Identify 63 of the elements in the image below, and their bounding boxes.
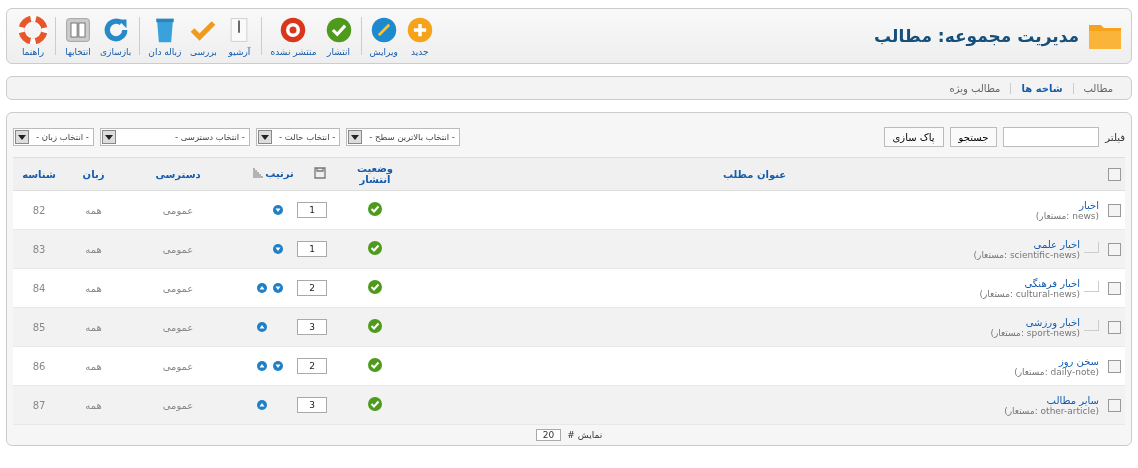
order-field[interactable]: 2 [297,280,327,296]
category-alias: (مستعار: scientific-news) [973,249,1080,260]
order-field[interactable]: 3 [297,397,327,413]
toolbar-button[interactable]: ویرایش [365,15,402,57]
item-id: 84 [32,282,46,294]
category-alias: (مستعار: daily-note) [1014,366,1099,377]
item-id: 85 [32,321,46,333]
column-header[interactable]: ترتیب [265,167,294,179]
clear-button[interactable]: پاک سازی [883,127,944,147]
item-id: 82 [32,204,46,216]
toolbar-button[interactable]: آرشیو [221,15,258,57]
filter-dropdown[interactable]: - انتخاب زبان - [13,128,94,146]
language: همه [85,399,102,411]
language: همه [85,204,102,216]
language: همه [85,282,102,294]
language: همه [85,243,102,255]
order-field[interactable]: 3 [297,319,327,335]
toolbar-button[interactable]: زباله دان [144,15,186,57]
column-header[interactable]: عنوان مطلب [722,168,787,180]
category-title-link[interactable]: اخبار فرهنگی [979,277,1080,289]
access-level: عمومی [162,360,194,372]
submenu-tab[interactable]: مطالب [1072,82,1123,94]
filter-dropdown[interactable]: - انتخاب دسترسی - [99,128,250,146]
category-title-link[interactable]: اخبار علمی [973,238,1080,250]
access-level: عمومی [162,282,194,294]
toolbar-button[interactable]: بررسی [185,15,222,57]
toolbar-button[interactable]: بازسازی [96,15,136,57]
category-title-link[interactable]: سخن روز [1014,355,1099,367]
display-count-dropdown[interactable]: 20 [535,429,562,441]
category-title-link[interactable]: سایر مطالب [1004,394,1099,406]
order-field[interactable]: 1 [297,241,327,257]
language: همه [85,360,102,372]
column-header[interactable]: دسترسی [155,168,201,180]
category-title-link[interactable]: اخبار [1035,199,1099,211]
toolbar-button[interactable]: انتشار [320,15,357,57]
item-id: 86 [32,360,46,372]
toolbar-button[interactable]: جدید [401,15,438,57]
category-title-link[interactable]: اخبار ورزشی [990,316,1080,328]
search-button[interactable]: جستجو [949,127,998,147]
access-level: عمومی [162,204,194,216]
filter-dropdown[interactable]: - انتخاب حالت - [255,128,341,146]
submenu-tab[interactable]: مطالب ویژه [939,82,1011,94]
category-alias: (مستعار: news) [1035,210,1099,221]
language: همه [85,321,102,333]
filter-label: فیلتر [1105,131,1125,143]
toolbar-button[interactable]: انتخابها [60,15,96,57]
category-alias: (مستعار: other-article) [1004,405,1099,416]
access-level: عمومی [162,321,194,333]
access-level: عمومی [162,243,194,255]
category-alias: (مستعار: cultural-news) [979,288,1080,299]
column-header[interactable]: زبان [82,168,105,180]
toolbar-button[interactable]: منتشر نشده [266,15,321,57]
display-count-label: نمایش # [567,430,603,440]
submenu-tab[interactable]: شاخه ها [1010,82,1073,94]
page-title: مدیریت مجموعه: مطالب [874,26,1079,46]
order-field[interactable]: 1 [297,202,327,218]
filter-dropdown[interactable]: - انتخاب بالاترین سطح - [346,128,460,146]
toolbar-button[interactable]: راهنما [15,15,51,57]
access-level: عمومی [162,399,194,411]
category-alias: (مستعار: sport-news) [990,327,1080,338]
item-id: 83 [32,243,46,255]
item-id: 87 [32,399,46,411]
order-field[interactable]: 2 [297,358,327,374]
